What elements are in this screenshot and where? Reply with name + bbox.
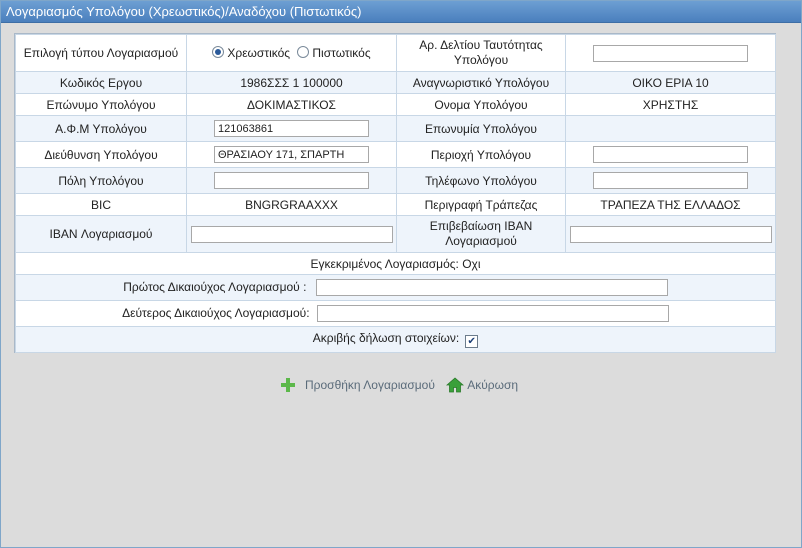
id-card-cell [565, 34, 776, 72]
row-address: Διεύθυνση Υπολόγου Περιοχή Υπολόγου [15, 141, 776, 168]
iban-cell [186, 215, 397, 253]
row-iban: IBAN Λογαριασμού Επιβεβαίωση IBAN Λογαρι… [15, 215, 776, 253]
cancel-button[interactable]: Ακύρωση [446, 375, 518, 394]
panel-title: Λογαριασμός Υπολόγου (Χρεωστικός)/Αναδόχ… [1, 1, 801, 23]
home-icon [446, 377, 465, 393]
radio-credit[interactable]: Πιστωτικός [297, 46, 371, 60]
afm-label: Α.Φ.Μ Υπολόγου [15, 115, 187, 142]
row-first-holder: Πρώτος Δικαιούχος Λογαριασμού : [15, 274, 776, 301]
region-cell [565, 141, 776, 168]
row-accurate: Ακριβής δήλωση στοιχείων: ✔ [15, 326, 776, 353]
city-cell [186, 167, 397, 194]
project-code-value: 1986ΣΣΣ 1 100000 [186, 71, 397, 94]
name-label: Ονομα Υπολόγου [396, 93, 566, 116]
action-bar: Προσθήκη Λογαριασμού Ακύρωση [281, 375, 518, 393]
id-card-input[interactable] [593, 44, 748, 62]
second-holder-input[interactable] [316, 305, 669, 322]
address-cell [186, 141, 397, 168]
iban-input[interactable] [190, 225, 393, 243]
form-frame: Επιλογή τύπου Λογαριασμού Χρεωστικός Πισ… [14, 33, 776, 353]
name-value: ΧΡΗΣΤΗΣ [565, 93, 776, 116]
row-name: Επώνυμο Υπολόγου ΔΟΚΙΜΑΣΤΙΚΟΣ Ονομα Υπολ… [15, 93, 776, 116]
id-card-label: Αρ. Δελτίου Ταυτότητας Υπολόγου [396, 34, 566, 72]
second-holder-cell: Δεύτερος Δικαιούχος Λογαριασμού: [15, 300, 776, 327]
accountant-id-label: Αναγνωριστικό Υπολόγου [396, 71, 566, 94]
plus-icon [281, 378, 295, 393]
iban-confirm-cell [565, 215, 776, 253]
second-holder-label: Δεύτερος Δικαιούχος Λογαριασμού: [122, 305, 310, 320]
accurate-label: Ακριβής δήλωση στοιχείων: [312, 331, 460, 345]
address-label: Διεύθυνση Υπολόγου [15, 141, 187, 168]
bic-value: BNGRGRAAXXX [186, 193, 397, 216]
row-approved: Εγκεκριμένος Λογαριασμός: Οχι [15, 252, 776, 275]
accurate-checkbox[interactable]: ✔ [465, 335, 479, 348]
row-city: Πόλη Υπολόγου Τηλέφωνο Υπολόγου [15, 167, 776, 194]
iban-confirm-label: Επιβεβαίωση IBAN Λογαριασμού [396, 215, 566, 253]
phone-cell [565, 167, 776, 194]
company-value [565, 115, 776, 142]
address-input[interactable] [214, 146, 369, 163]
company-label: Επωνυμία Υπολόγου [396, 115, 566, 142]
account-form-table: Επιλογή τύπου Λογαριασμού Χρεωστικός Πισ… [15, 34, 776, 353]
approved-status: Εγκεκριμένος Λογαριασμός: Οχι [15, 252, 776, 275]
radio-credit-icon [297, 46, 310, 58]
iban-confirm-input[interactable] [569, 225, 772, 243]
account-type-label: Επιλογή τύπου Λογαριασμού [15, 34, 187, 72]
afm-cell [186, 115, 397, 142]
phone-input[interactable] [593, 172, 748, 189]
region-label: Περιοχή Υπολόγου [396, 141, 566, 168]
row-second-holder: Δεύτερος Δικαιούχος Λογαριασμού: [15, 300, 776, 327]
first-holder-label: Πρώτος Δικαιούχος Λογαριασμού : [123, 279, 307, 294]
account-panel: Λογαριασμός Υπολόγου (Χρεωστικός)/Αναδόχ… [0, 0, 802, 548]
bank-desc-value: ΤΡΑΠΕΖΑ ΤΗΣ ΕΛΛΑΔΟΣ [565, 193, 776, 216]
city-input[interactable] [214, 172, 369, 189]
row-account-type: Επιλογή τύπου Λογαριασμού Χρεωστικός Πισ… [15, 34, 776, 72]
surname-label: Επώνυμο Υπολόγου [15, 93, 187, 116]
account-type-radios: Χρεωστικός Πιστωτικός [186, 34, 397, 72]
first-holder-cell: Πρώτος Δικαιούχος Λογαριασμού : [15, 274, 776, 301]
radio-debit[interactable]: Χρεωστικός [212, 46, 290, 60]
region-input[interactable] [593, 146, 748, 163]
row-afm: Α.Φ.Μ Υπολόγου Επωνυμία Υπολόγου [15, 115, 776, 142]
afm-input[interactable] [214, 120, 369, 137]
radio-debit-icon [212, 46, 225, 58]
row-bic: BIC BNGRGRAAXXX Περιγραφή Τράπεζας ΤΡΑΠΕ… [15, 193, 776, 216]
phone-label: Τηλέφωνο Υπολόγου [396, 167, 566, 194]
project-code-label: Κωδικός Εργου [15, 71, 187, 94]
add-account-button[interactable]: Προσθήκη Λογαριασμού [281, 375, 435, 394]
surname-value: ΔΟΚΙΜΑΣΤΙΚΟΣ [186, 93, 397, 116]
first-holder-input[interactable] [315, 279, 668, 296]
iban-label: IBAN Λογαριασμού [15, 215, 187, 253]
bank-desc-label: Περιγραφή Τράπεζας [396, 193, 566, 216]
row-project-code: Κωδικός Εργου 1986ΣΣΣ 1 100000 Αναγνωρισ… [15, 71, 776, 94]
bic-label: BIC [15, 193, 187, 216]
city-label: Πόλη Υπολόγου [15, 167, 187, 194]
accurate-cell: Ακριβής δήλωση στοιχείων: ✔ [15, 326, 776, 353]
accountant-id-value: ΟΙΚΟ ΕΡΙΑ 10 [565, 71, 776, 94]
